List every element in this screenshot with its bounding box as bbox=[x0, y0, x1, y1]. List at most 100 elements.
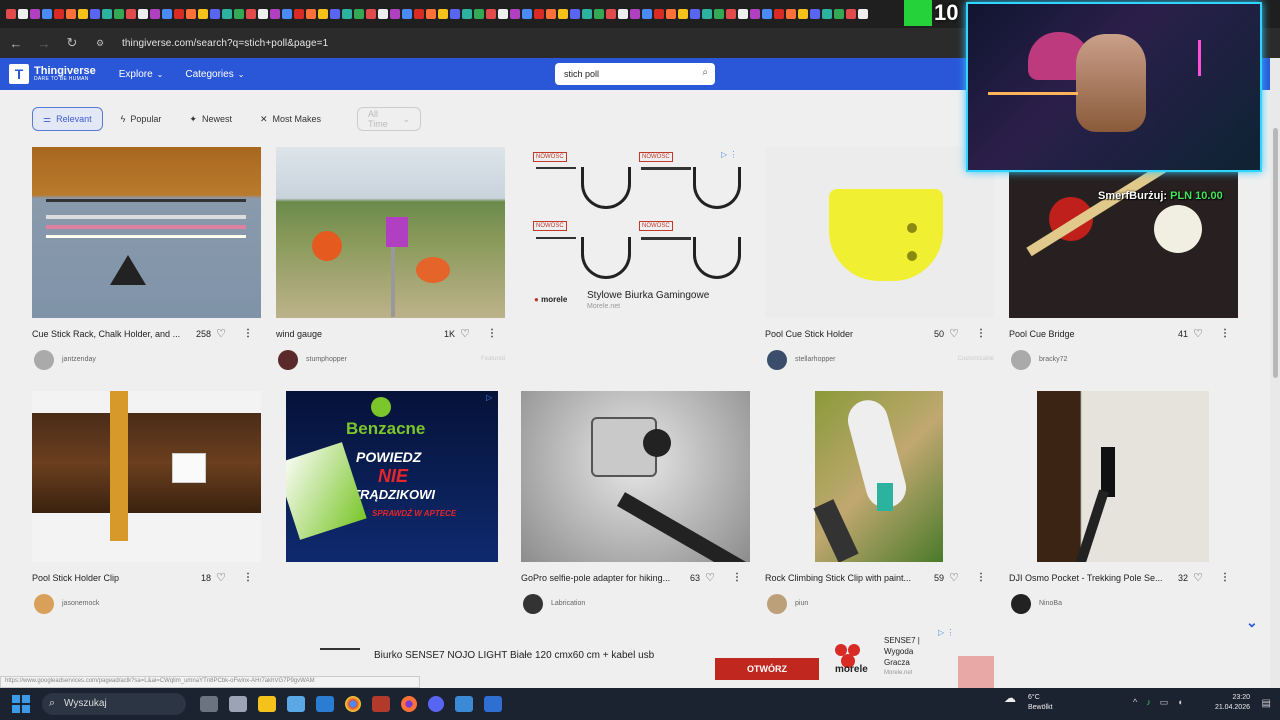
thing-thumbnail[interactable] bbox=[765, 147, 994, 318]
filter-newest[interactable]: ✦ Newest bbox=[179, 107, 242, 131]
pinned-tab-favicon-icon[interactable] bbox=[738, 9, 748, 19]
heart-icon[interactable]: ♡ bbox=[216, 571, 226, 584]
thing-title[interactable]: DJI Osmo Pocket - Trekking Pole Se... bbox=[1009, 573, 1169, 583]
pinned-tab-favicon-icon[interactable] bbox=[126, 9, 136, 19]
pinned-tab-favicon-icon[interactable] bbox=[354, 9, 364, 19]
scrollbar-thumb[interactable] bbox=[1273, 128, 1278, 378]
pinned-tab-favicon-icon[interactable] bbox=[690, 9, 700, 19]
pinned-tab-favicon-icon[interactable] bbox=[594, 9, 604, 19]
more-options-icon[interactable]: ⋮ bbox=[1220, 328, 1230, 339]
ad-choices-icon[interactable]: ▷ ⋮ bbox=[938, 628, 954, 637]
thing-thumbnail[interactable] bbox=[1009, 147, 1238, 318]
pinned-tab-favicon-icon[interactable] bbox=[438, 9, 448, 19]
thing-title[interactable]: Rock Climbing Stick Clip with paint... bbox=[765, 573, 925, 583]
thing-card[interactable]: Pool Cue Bridge 41 ♡ ⋮ bracky72 bbox=[1009, 147, 1238, 370]
forward-arrow-icon[interactable]: → bbox=[32, 36, 56, 51]
pinned-tab-favicon-icon[interactable] bbox=[42, 9, 52, 19]
pinned-tab-favicon-icon[interactable] bbox=[174, 9, 184, 19]
outlook-icon[interactable] bbox=[316, 696, 334, 712]
avatar[interactable] bbox=[278, 350, 298, 370]
avatar[interactable] bbox=[1011, 594, 1031, 614]
microphone-icon[interactable]: ♪ bbox=[1146, 697, 1160, 707]
thing-thumbnail[interactable] bbox=[521, 391, 750, 562]
system-tray[interactable]: ^♪▭◖ bbox=[1133, 697, 1192, 708]
pinned-tab-favicon-icon[interactable] bbox=[606, 9, 616, 19]
reload-icon[interactable]: ↻ bbox=[60, 35, 84, 51]
pinned-tab-favicon-icon[interactable] bbox=[402, 9, 412, 19]
more-options-icon[interactable]: ⋮ bbox=[487, 328, 497, 339]
more-options-icon[interactable]: ⋮ bbox=[976, 572, 986, 583]
pinned-tab-favicon-icon[interactable] bbox=[822, 9, 832, 19]
pinned-tab-favicon-icon[interactable] bbox=[6, 9, 16, 19]
search-icon[interactable]: ⌕ bbox=[702, 67, 708, 78]
pinned-tab-favicon-icon[interactable] bbox=[378, 9, 388, 19]
thing-title[interactable]: Pool Cue Stick Holder bbox=[765, 329, 925, 339]
pinned-tab-favicon-icon[interactable] bbox=[726, 9, 736, 19]
more-options-icon[interactable]: ⋮ bbox=[243, 572, 253, 583]
pinned-tab-favicon-icon[interactable] bbox=[522, 9, 532, 19]
notification-icon[interactable]: ▤ bbox=[1262, 698, 1271, 709]
more-options-icon[interactable]: ⋮ bbox=[1220, 572, 1230, 583]
pinned-tab-favicon-icon[interactable] bbox=[474, 9, 484, 19]
filter-popular[interactable]: ϟ Popular bbox=[111, 107, 172, 131]
pinned-tab-favicon-icon[interactable] bbox=[162, 9, 172, 19]
store-icon[interactable] bbox=[287, 696, 305, 712]
pinned-tab-favicon-icon[interactable] bbox=[510, 9, 520, 19]
pinned-tab-favicon-icon[interactable] bbox=[642, 9, 652, 19]
pinned-tab-favicon-icon[interactable] bbox=[318, 9, 328, 19]
pinned-tab-favicon-icon[interactable] bbox=[666, 9, 676, 19]
ad-title[interactable]: Stylowe Biurka Gamingowe bbox=[587, 290, 709, 301]
pinned-tab-favicon-icon[interactable] bbox=[750, 9, 760, 19]
more-options-icon[interactable]: ⋮ bbox=[732, 572, 742, 583]
pinned-tab-favicon-icon[interactable] bbox=[414, 9, 424, 19]
avatar[interactable] bbox=[1011, 350, 1031, 370]
nav-categories[interactable]: Categories ⌄ bbox=[185, 69, 244, 80]
heart-icon[interactable]: ♡ bbox=[460, 327, 470, 340]
network-icon[interactable]: ▭ bbox=[1160, 697, 1178, 707]
pinned-tab-favicon-icon[interactable] bbox=[270, 9, 280, 19]
thing-card[interactable]: Cue Stick Rack, Chalk Holder, and ... 25… bbox=[32, 147, 261, 370]
thing-title[interactable]: wind gauge bbox=[276, 329, 436, 339]
file-explorer-icon[interactable] bbox=[258, 696, 276, 712]
search-input[interactable]: stich poll ⌕ bbox=[555, 63, 715, 85]
pinned-tab-favicon-icon[interactable] bbox=[534, 9, 544, 19]
thing-thumbnail[interactable] bbox=[32, 391, 261, 562]
pinned-tab-favicon-icon[interactable] bbox=[462, 9, 472, 19]
ad-choices-icon[interactable]: ▷ ⋮ bbox=[721, 150, 737, 159]
pinned-tab-favicon-icon[interactable] bbox=[66, 9, 76, 19]
pinned-tab-favicon-icon[interactable] bbox=[330, 9, 340, 19]
taskbar-search[interactable]: ⌕ Wyszukaj bbox=[42, 693, 186, 715]
filter-most-makes[interactable]: ✕ Most Makes bbox=[250, 107, 331, 131]
pinned-tab-favicon-icon[interactable] bbox=[762, 9, 772, 19]
ad-benzacne[interactable]: Benzacne POWIEDZ NIE TRĄDZIKOWI SPRAWDŹ … bbox=[286, 391, 498, 562]
pinned-tab-favicon-icon[interactable] bbox=[246, 9, 256, 19]
pinned-tab-favicon-icon[interactable] bbox=[222, 9, 232, 19]
pinned-tab-favicon-icon[interactable] bbox=[198, 9, 208, 19]
pinned-tab-favicon-icon[interactable] bbox=[186, 9, 196, 19]
pinned-tab-favicon-icon[interactable] bbox=[390, 9, 400, 19]
firefox-icon[interactable] bbox=[401, 696, 417, 712]
creator-name[interactable]: stellarhopper bbox=[795, 356, 835, 363]
task-view-icon[interactable] bbox=[200, 696, 218, 712]
pinned-tab-favicon-icon[interactable] bbox=[138, 9, 148, 19]
back-arrow-icon[interactable]: ← bbox=[4, 36, 28, 51]
pinned-tab-favicon-icon[interactable] bbox=[426, 9, 436, 19]
pinned-tab-favicon-icon[interactable] bbox=[30, 9, 40, 19]
heart-icon[interactable]: ♡ bbox=[705, 571, 715, 584]
creator-name[interactable]: stumphopper bbox=[306, 356, 347, 363]
thing-title[interactable]: Pool Cue Bridge bbox=[1009, 329, 1169, 339]
chrome-icon[interactable] bbox=[345, 696, 361, 712]
thing-title[interactable]: Cue Stick Rack, Chalk Holder, and ... bbox=[32, 329, 192, 339]
weather-widget[interactable]: ☁ 6°C Bewölkt bbox=[1004, 692, 1053, 713]
pinned-tab-favicon-icon[interactable] bbox=[306, 9, 316, 19]
pinned-tab-favicon-icon[interactable] bbox=[282, 9, 292, 19]
heart-icon[interactable]: ♡ bbox=[949, 571, 959, 584]
pinned-tab-favicon-icon[interactable] bbox=[450, 9, 460, 19]
avatar[interactable] bbox=[34, 350, 54, 370]
pinned-tab-favicon-icon[interactable] bbox=[786, 9, 796, 19]
thing-card[interactable]: wind gauge 1K ♡ ⋮ stumphopper Featured bbox=[276, 147, 505, 370]
taskbar-clock[interactable]: 23:20 21.04.2026 bbox=[1215, 693, 1250, 713]
pinned-tab-favicon-icon[interactable] bbox=[366, 9, 376, 19]
avatar[interactable] bbox=[767, 350, 787, 370]
heart-icon[interactable]: ♡ bbox=[1193, 327, 1203, 340]
